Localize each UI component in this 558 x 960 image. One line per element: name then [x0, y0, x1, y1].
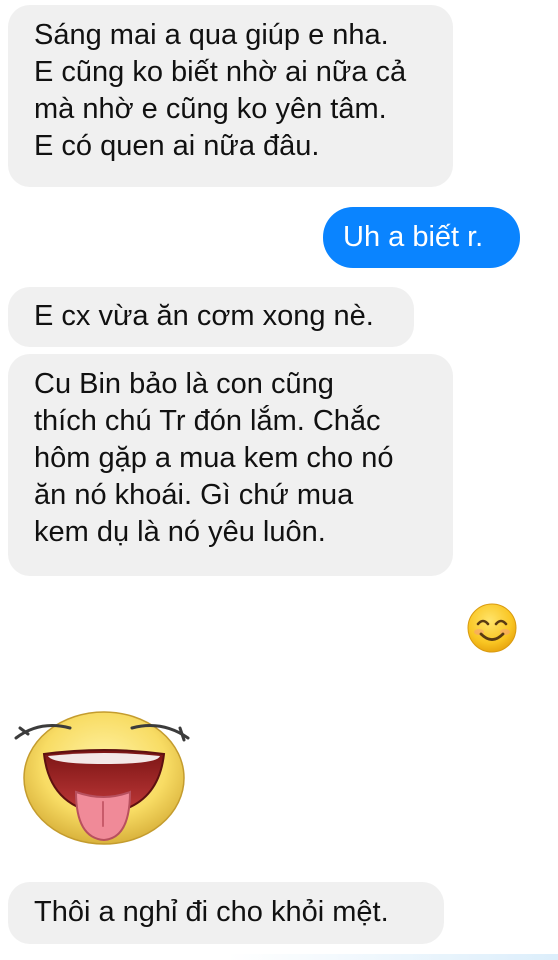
sent-message-bubble[interactable]: Uh a biết r. [323, 207, 520, 268]
received-message-bubble[interactable]: E cx vừa ăn cơm xong nè. [8, 287, 414, 347]
tongue-out-laughing-face-icon[interactable] [12, 698, 202, 848]
received-message-bubble[interactable]: Cu Bin bảo là con cũng thích chú Tr đón … [8, 354, 453, 576]
smiling-face-icon[interactable] [466, 602, 518, 654]
scroll-fade [228, 954, 558, 960]
received-message-bubble[interactable]: Sáng mai a qua giúp e nha. E cũng ko biế… [8, 5, 453, 187]
received-message-bubble[interactable]: Thôi a nghỉ đi cho khỏi mệt. [8, 882, 444, 944]
